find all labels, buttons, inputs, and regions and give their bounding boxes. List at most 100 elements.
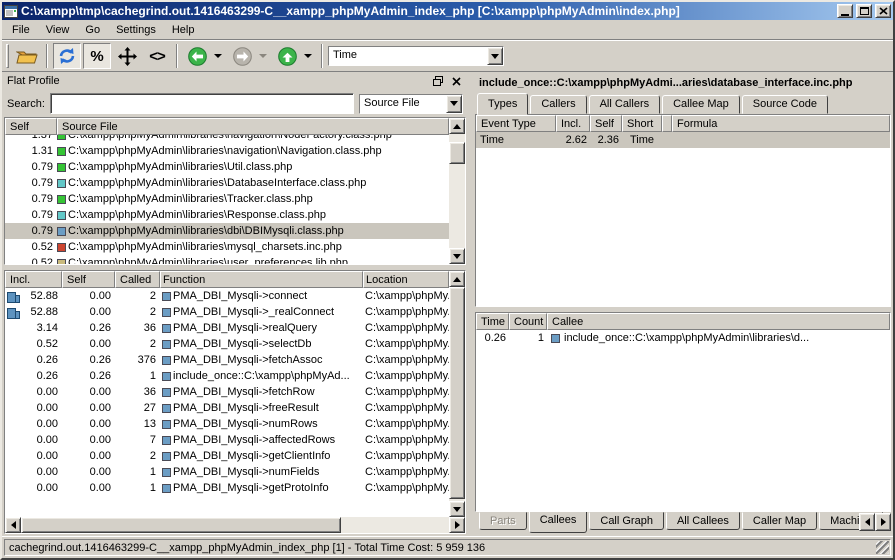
close-button[interactable] (875, 4, 891, 18)
table-row[interactable]: 0.52 0.00 2 PMA_DBI_Mysqli->selectDb C:\… (5, 336, 449, 352)
file-path: C:\xampp\phpMyAdmin\libraries\navigation… (68, 145, 382, 157)
search-input[interactable] (50, 93, 354, 114)
table-row[interactable]: 1.31 C:\xampp\phpMyAdmin\libraries\navig… (5, 143, 449, 159)
location-cell: C:\xampp\phpMy... (363, 418, 449, 430)
menu-item[interactable]: View (38, 22, 78, 38)
self-cell: 0.00 (62, 434, 115, 446)
column-header-called[interactable]: Called (115, 271, 160, 288)
detail-tab[interactable]: Source Code (742, 95, 828, 114)
function-list-hscrollbar[interactable] (5, 517, 465, 533)
table-row[interactable]: 0.00 0.00 13 PMA_DBI_Mysqli->numRows C:\… (5, 416, 449, 432)
table-row[interactable]: 0.52 C:\xampp\phpMyAdmin\libraries\mysql… (5, 239, 449, 255)
function-cell: PMA_DBI_Mysqli->freeResult (160, 402, 363, 414)
table-row[interactable]: 1.37 C:\xampp\phpMyAdmin\libraries\navig… (5, 135, 449, 143)
column-header-count[interactable]: Count (509, 313, 547, 330)
table-row[interactable]: 52.88 0.00 2 PMA_DBI_Mysqli->connect C:\… (5, 288, 449, 304)
column-header-formula[interactable]: Formula (672, 115, 890, 132)
menu-item[interactable]: File (4, 22, 38, 38)
forward-button[interactable] (228, 43, 256, 69)
table-row[interactable]: 0.00 0.00 36 PMA_DBI_Mysqli->fetchRow C:… (5, 384, 449, 400)
detail-tab[interactable]: Caller Map (742, 512, 817, 530)
column-header-incl[interactable]: Incl. (556, 115, 590, 132)
table-row[interactable]: 0.00 0.00 27 PMA_DBI_Mysqli->freeResult … (5, 400, 449, 416)
table-row[interactable]: 0.26 1 include_once::C:\xampp\phpMyAdmin… (476, 330, 890, 346)
table-row[interactable]: Time 2.62 2.36 Time (476, 132, 890, 148)
tab-scroll-right-button[interactable] (875, 513, 891, 531)
column-header-incl[interactable]: Incl. (5, 271, 62, 288)
detail-tab[interactable]: Call Graph (589, 512, 664, 530)
minimize-button[interactable] (837, 4, 853, 18)
float-dock-button[interactable] (431, 74, 445, 88)
detail-tab[interactable]: Types (477, 93, 528, 115)
back-button[interactable] (183, 43, 211, 69)
table-row[interactable]: 52.88 0.00 2 PMA_DBI_Mysqli->_realConnec… (5, 304, 449, 320)
group-by-select[interactable]: Source File (359, 94, 463, 114)
tab-scroll-left-button[interactable] (859, 513, 875, 531)
forward-dropdown-icon[interactable] (259, 54, 267, 58)
table-row[interactable]: 0.00 0.00 1 PMA_DBI_Mysqli->numFields C:… (5, 464, 449, 480)
scroll-thumb[interactable] (449, 142, 465, 164)
column-header-event-type[interactable]: Event Type (476, 115, 556, 132)
maximize-button[interactable] (856, 4, 872, 18)
back-dropdown-icon[interactable] (214, 54, 222, 58)
dock-layout-button[interactable] (113, 43, 141, 69)
table-row[interactable]: 0.00 0.00 2 PMA_DBI_Mysqli->getClientInf… (5, 448, 449, 464)
scroll-right-button[interactable] (449, 517, 465, 533)
resize-grip-icon[interactable] (876, 541, 889, 554)
detail-tab[interactable]: Callee Map (662, 95, 740, 114)
table-row[interactable]: 0.79 C:\xampp\phpMyAdmin\libraries\Respo… (5, 207, 449, 223)
event-type-select[interactable]: Time (328, 46, 504, 66)
column-header-location[interactable]: Location (363, 271, 449, 288)
dock-title-bar[interactable]: Flat Profile (2, 72, 468, 90)
scroll-thumb[interactable] (21, 517, 341, 533)
toolbar-handle[interactable] (6, 44, 9, 68)
column-header-callee[interactable]: Callee (547, 313, 890, 330)
table-row[interactable]: 0.79 C:\xampp\phpMyAdmin\libraries\Datab… (5, 175, 449, 191)
table-row[interactable]: 0.79 C:\xampp\phpMyAdmin\libraries\dbi\D… (5, 223, 449, 239)
detail-tab[interactable]: Callees (529, 512, 588, 533)
column-header-blank[interactable] (662, 115, 672, 132)
menu-item[interactable]: Help (164, 22, 203, 38)
scroll-left-button[interactable] (5, 517, 21, 533)
table-row[interactable]: 0.00 0.00 1 PMA_DBI_Mysqli->getProtoInfo… (5, 480, 449, 496)
table-row[interactable]: 0.26 0.26 1 include_once::C:\xampp\phpMy… (5, 368, 449, 384)
detail-tab[interactable]: All Callers (589, 95, 661, 114)
column-header-function[interactable]: Function (160, 271, 363, 288)
table-row[interactable]: 3.14 0.26 36 PMA_DBI_Mysqli->realQuery C… (5, 320, 449, 336)
column-header-self[interactable]: Self (5, 118, 57, 135)
up-button[interactable] (273, 43, 301, 69)
up-dropdown-icon[interactable] (304, 54, 312, 58)
scroll-up-button[interactable] (449, 118, 465, 134)
table-row[interactable]: 0.79 C:\xampp\phpMyAdmin\libraries\Util.… (5, 159, 449, 175)
table-row[interactable]: 0.79 C:\xampp\phpMyAdmin\libraries\Track… (5, 191, 449, 207)
group-by-select-button[interactable] (446, 95, 462, 113)
scroll-thumb[interactable] (449, 287, 465, 499)
function-list-scrollbar[interactable] (449, 271, 465, 517)
detail-tab[interactable]: Callers (530, 95, 586, 114)
column-header-self[interactable]: Self (62, 271, 115, 288)
detail-tab[interactable]: All Callees (666, 512, 740, 530)
menu-item[interactable]: Go (77, 22, 108, 38)
scroll-down-button[interactable] (449, 501, 465, 517)
relative-cost-button[interactable]: <> (143, 43, 171, 69)
title-bar[interactable]: C:\xampp\tmp\cachegrind.out.1416463299-C… (2, 2, 893, 20)
source-list-scrollbar[interactable] (449, 118, 465, 264)
event-type-select-button[interactable] (487, 47, 503, 65)
relative-percent-button[interactable]: % (83, 43, 111, 69)
scroll-down-button[interactable] (449, 248, 465, 264)
table-row[interactable]: 0.26 0.26 376 PMA_DBI_Mysqli->fetchAssoc… (5, 352, 449, 368)
close-dock-button[interactable] (449, 74, 463, 88)
open-file-button[interactable] (13, 43, 41, 69)
column-header-self[interactable]: Self (590, 115, 622, 132)
function-icon (162, 468, 171, 477)
menu-item[interactable]: Settings (108, 22, 164, 38)
column-header-short[interactable]: Short (622, 115, 662, 132)
table-row[interactable]: 0.00 0.00 7 PMA_DBI_Mysqli->affectedRows… (5, 432, 449, 448)
scroll-up-button[interactable] (449, 271, 465, 287)
column-header-time[interactable]: Time (476, 313, 509, 330)
function-name: PMA_DBI_Mysqli->getClientInfo (173, 450, 330, 462)
column-header-source-file[interactable]: Source File (57, 118, 449, 135)
detail-tab[interactable]: Parts (479, 512, 527, 530)
table-row[interactable]: 0.52 C:\xampp\phpMyAdmin\libraries\user_… (5, 255, 449, 264)
cycle-detection-button[interactable] (53, 43, 81, 69)
